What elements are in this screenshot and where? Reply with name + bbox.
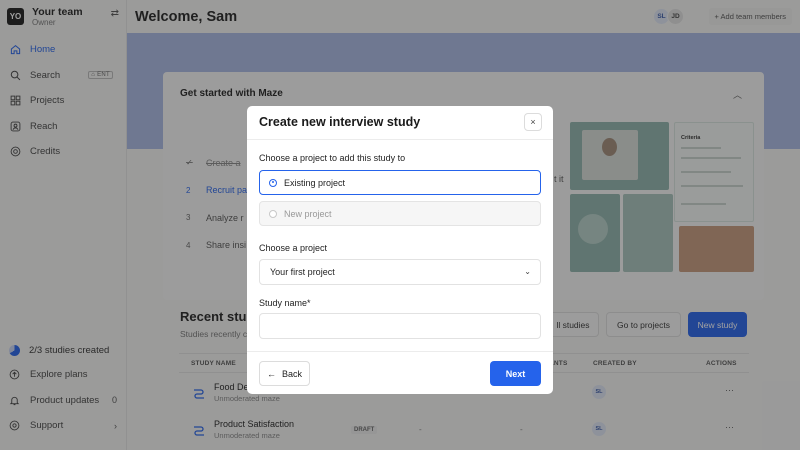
selected-project-value: Your first project (270, 267, 335, 277)
modal-title: Create new interview study (259, 115, 421, 129)
project-question-label: Choose a project to add this study to (259, 153, 406, 163)
radio-unselected-icon (269, 209, 277, 218)
option-label: Existing project (284, 177, 346, 188)
modal-footer: ← Back Next (247, 351, 553, 394)
choose-project-label: Choose a project (259, 243, 328, 253)
study-name-label: Study name* (259, 298, 311, 308)
study-name-input[interactable] (259, 313, 541, 339)
create-study-modal: Create new interview study × Choose a pr… (247, 106, 553, 394)
required-marker: * (307, 298, 311, 308)
back-label: Back (281, 368, 302, 379)
close-icon: × (530, 117, 536, 127)
project-select[interactable]: Your first project ⌄ (259, 259, 541, 285)
new-project-option[interactable]: New project (259, 201, 541, 226)
option-label: New project (284, 208, 332, 219)
close-button[interactable]: × (524, 113, 542, 131)
chevron-down-icon: ⌄ (524, 267, 531, 276)
back-button[interactable]: ← Back (259, 361, 310, 386)
modal-header: Create new interview study × (247, 106, 553, 140)
existing-project-option[interactable]: Existing project (259, 170, 541, 195)
arrow-left-icon: ← (266, 368, 276, 379)
radio-selected-icon (269, 178, 277, 187)
next-button[interactable]: Next (490, 361, 541, 386)
